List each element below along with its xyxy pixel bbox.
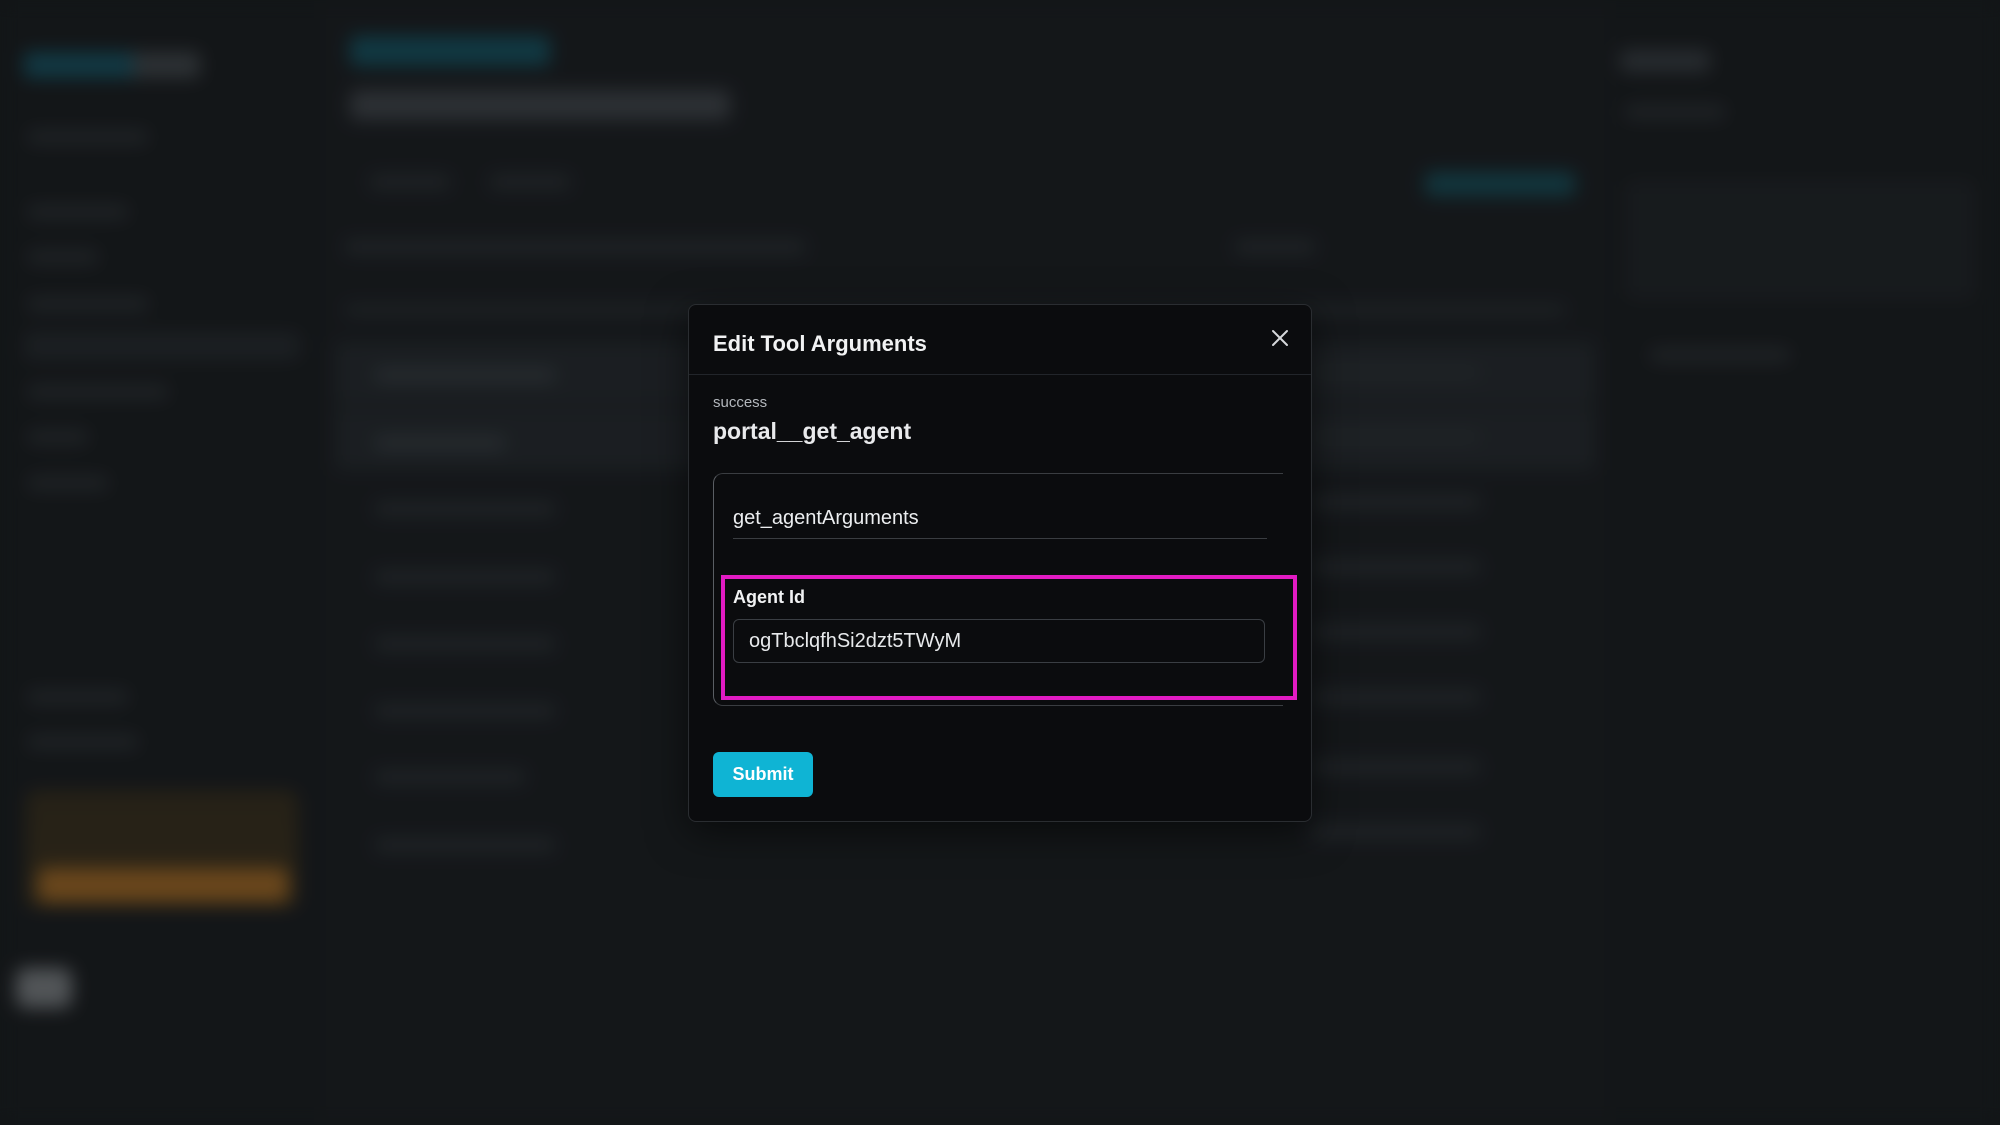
- agent-id-label: Agent Id: [733, 587, 805, 607]
- close-icon: [1272, 330, 1288, 346]
- agent-id-input[interactable]: [733, 619, 1265, 663]
- dialog-title: Edit Tool Arguments: [713, 331, 927, 356]
- submit-button[interactable]: Submit: [713, 752, 813, 797]
- arguments-divider: [733, 538, 1267, 539]
- close-button[interactable]: [1267, 325, 1293, 351]
- tool-name: portal__get_agent: [713, 418, 912, 444]
- dialog-header: Edit Tool Arguments: [689, 305, 1311, 375]
- arguments-title: get_agentArguments: [733, 507, 919, 529]
- edit-tool-arguments-dialog: Edit Tool Arguments success portal__get_…: [688, 304, 1312, 822]
- status-label: success: [713, 394, 768, 411]
